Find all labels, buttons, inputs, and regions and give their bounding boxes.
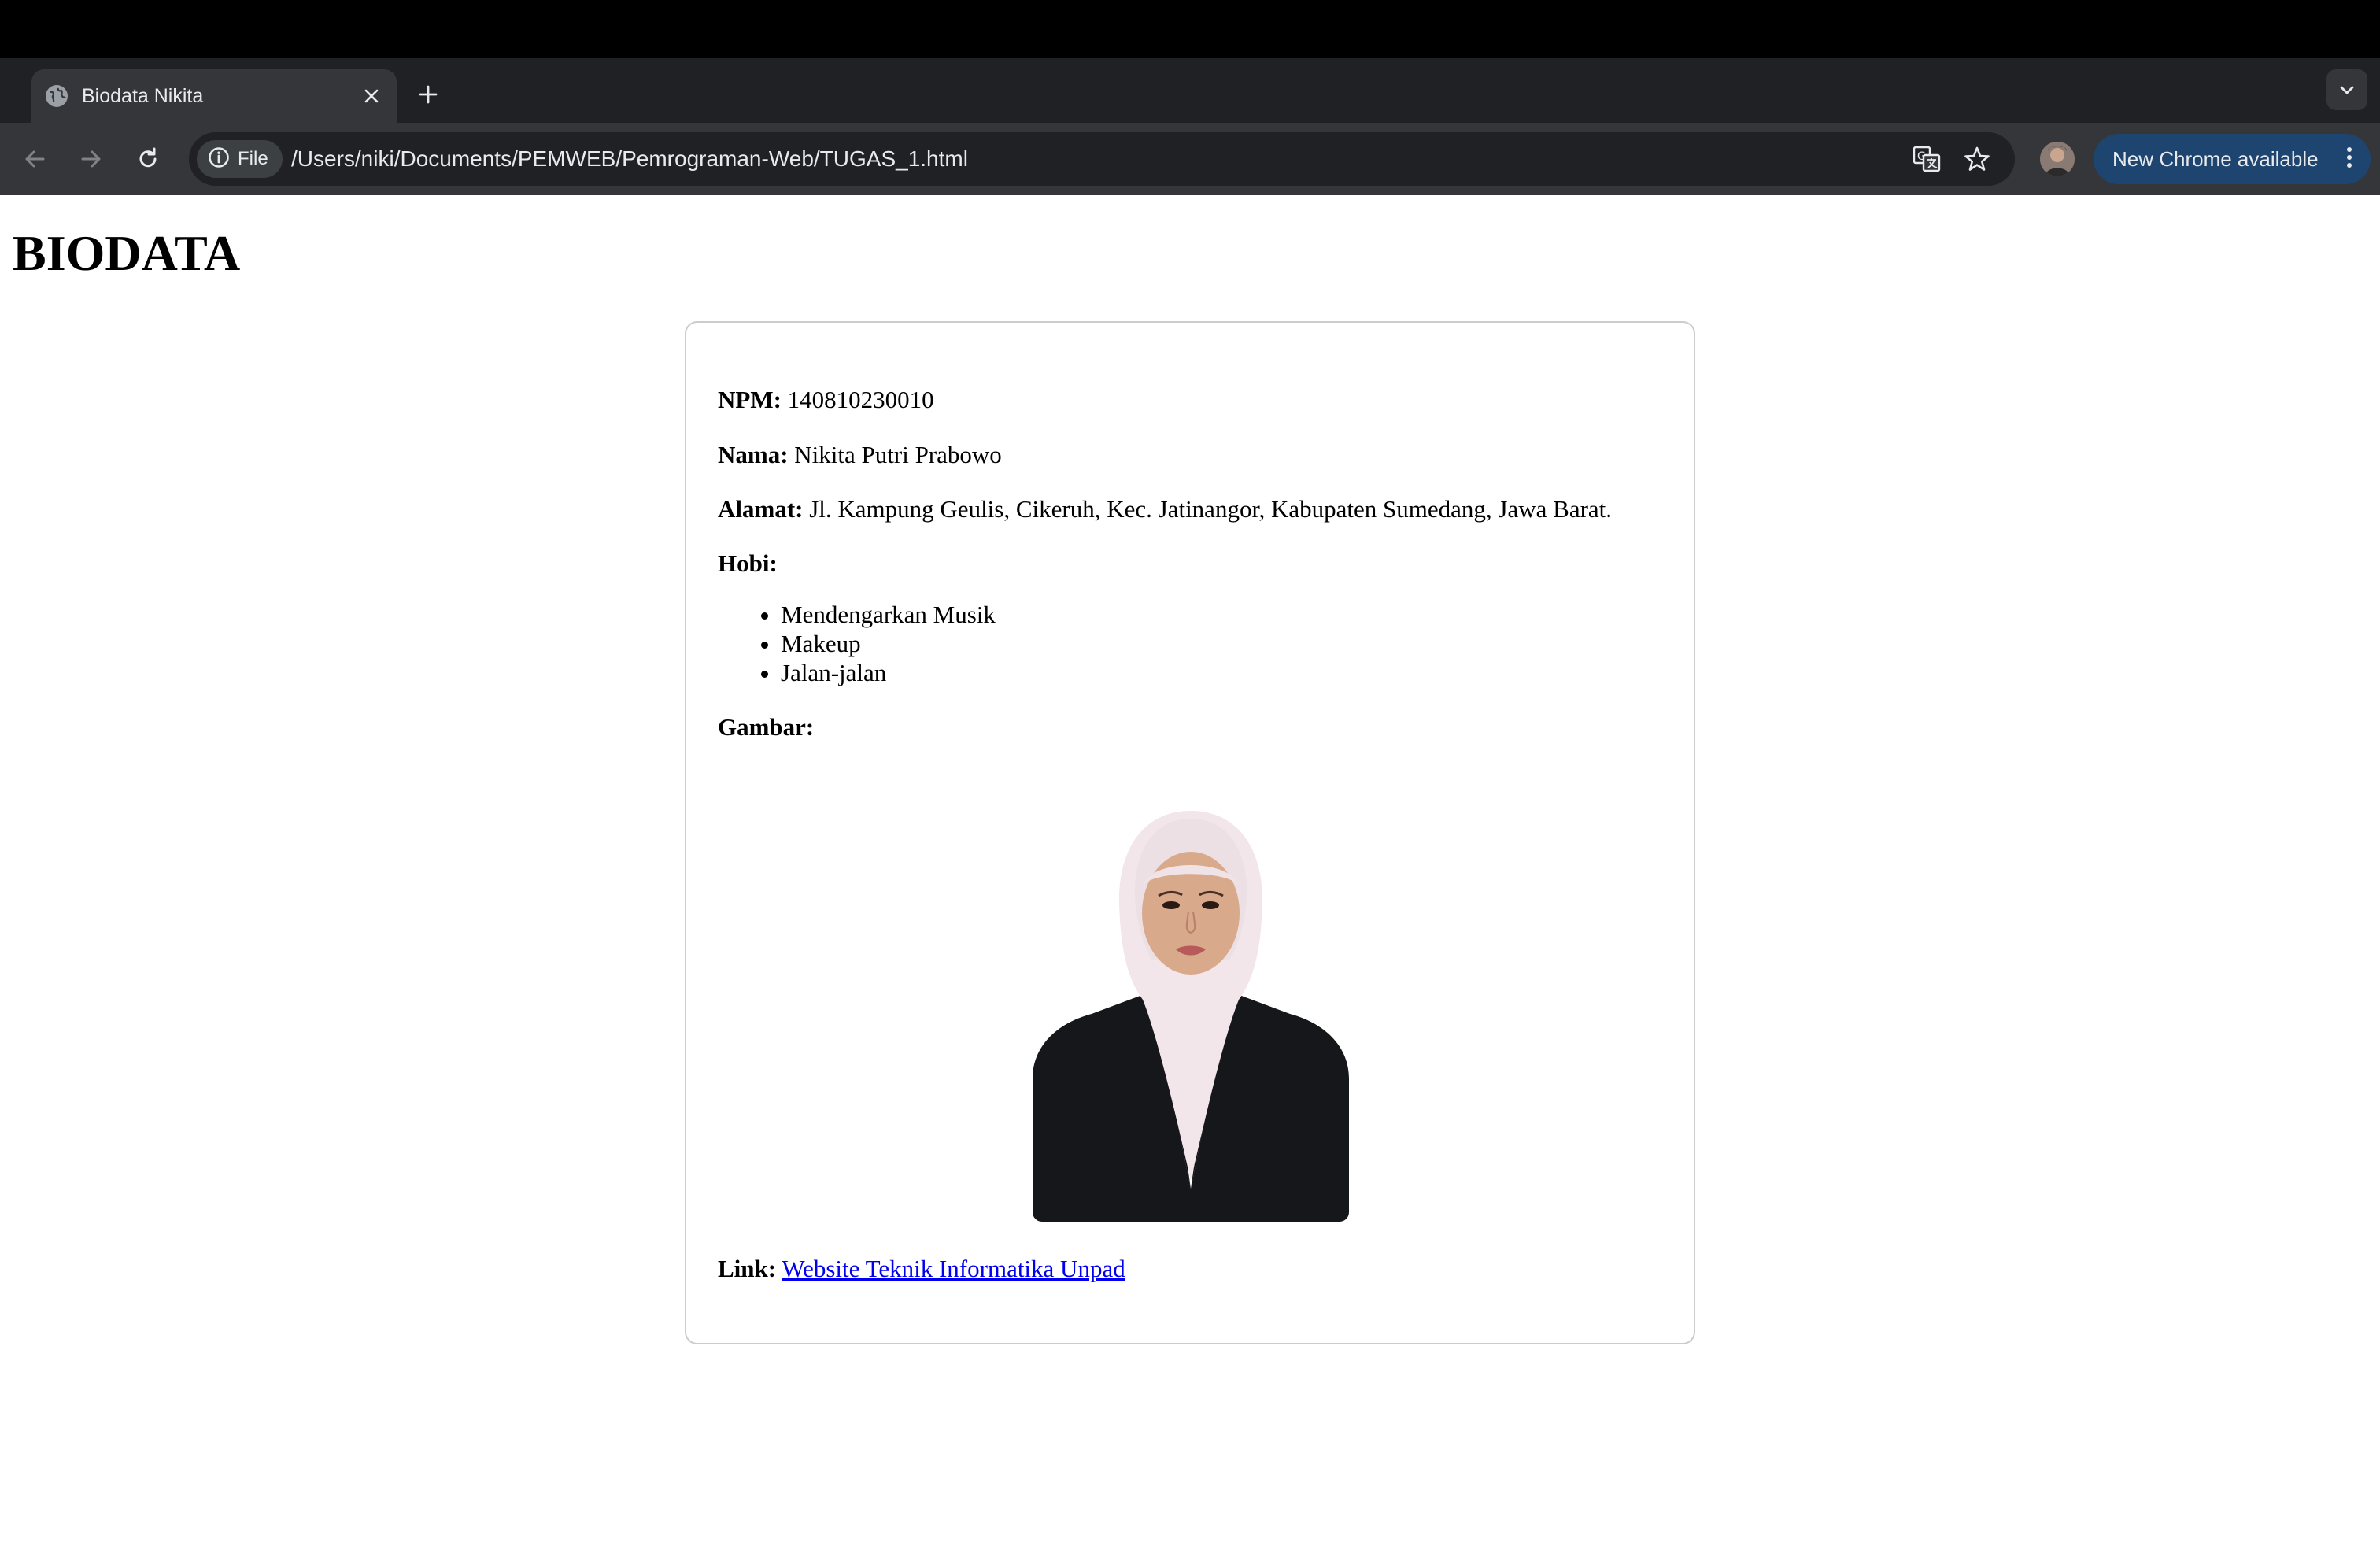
site-info-label: File <box>238 148 268 169</box>
browser-toolbar: File /Users/niki/Documents/PEMWEB/Pemrog… <box>0 123 2380 195</box>
gambar-label: Gambar: <box>718 713 815 741</box>
hobi-label: Hobi: <box>718 549 778 577</box>
nama-value: Nikita Putri Prabowo <box>794 441 1002 468</box>
list-item: Makeup <box>781 629 996 658</box>
nama-label: Nama: <box>718 441 789 468</box>
macos-menu-bar <box>0 0 2380 58</box>
kebab-menu-icon[interactable] <box>2345 146 2353 173</box>
back-arrow-icon[interactable] <box>16 140 54 178</box>
profile-photo <box>1033 811 1349 1222</box>
update-label: New Chrome available <box>2112 146 2319 171</box>
informatika-unpad-link[interactable]: Website Teknik Informatika Unpad <box>782 1255 1125 1282</box>
browser-tab[interactable]: Biodata Nikita <box>31 69 397 123</box>
alamat-value: Jl. Kampung Geulis, Cikeruh, Kec. Jatina… <box>809 495 1613 523</box>
info-icon <box>208 146 230 172</box>
web-page: BIODATA NPM: 140810230010 Nama: Nikita P… <box>0 195 2380 1546</box>
address-bar[interactable]: File /Users/niki/Documents/PEMWEB/Pemrog… <box>189 132 2015 186</box>
new-chrome-available-button[interactable]: New Chrome available <box>2094 134 2371 184</box>
alamat-label: Alamat: <box>718 495 804 523</box>
close-icon[interactable] <box>359 83 384 109</box>
list-item: Mendengarkan Musik <box>781 600 996 629</box>
link-field: Link: Website Teknik Informatika Unpad <box>718 1255 1125 1283</box>
forward-arrow-icon[interactable] <box>72 140 110 178</box>
avatar[interactable] <box>2040 142 2075 176</box>
link-label: Link: <box>718 1255 777 1282</box>
page-title: BIODATA <box>13 225 241 281</box>
alamat-field: Alamat: Jl. Kampung Geulis, Cikeruh, Kec… <box>718 495 1612 523</box>
globe-icon <box>46 85 68 107</box>
tab-strip: Biodata Nikita <box>0 58 2380 123</box>
site-info-chip[interactable]: File <box>197 140 283 178</box>
biodata-card: NPM: 140810230010 Nama: Nikita Putri Pra… <box>685 321 1695 1344</box>
gambar-field: Gambar: <box>718 713 814 742</box>
nama-field: Nama: Nikita Putri Prabowo <box>718 441 1002 469</box>
plus-icon[interactable] <box>411 77 445 112</box>
npm-value: 140810230010 <box>787 386 934 413</box>
tab-title: Biodata Nikita <box>82 84 204 107</box>
list-item: Jalan-jalan <box>781 658 996 687</box>
url-text[interactable]: /Users/niki/Documents/PEMWEB/Pemrograman… <box>291 132 968 186</box>
hobi-field: Hobi: <box>718 549 778 578</box>
npm-field: NPM: 140810230010 <box>718 386 934 414</box>
reload-icon[interactable] <box>129 140 167 178</box>
hobby-list: Mendengarkan Musik Makeup Jalan-jalan <box>718 600 996 687</box>
translate-icon[interactable]: G <box>1909 142 1944 176</box>
chevron-down-icon[interactable] <box>2326 69 2367 110</box>
npm-label: NPM: <box>718 386 782 413</box>
star-icon[interactable] <box>1960 142 1994 176</box>
